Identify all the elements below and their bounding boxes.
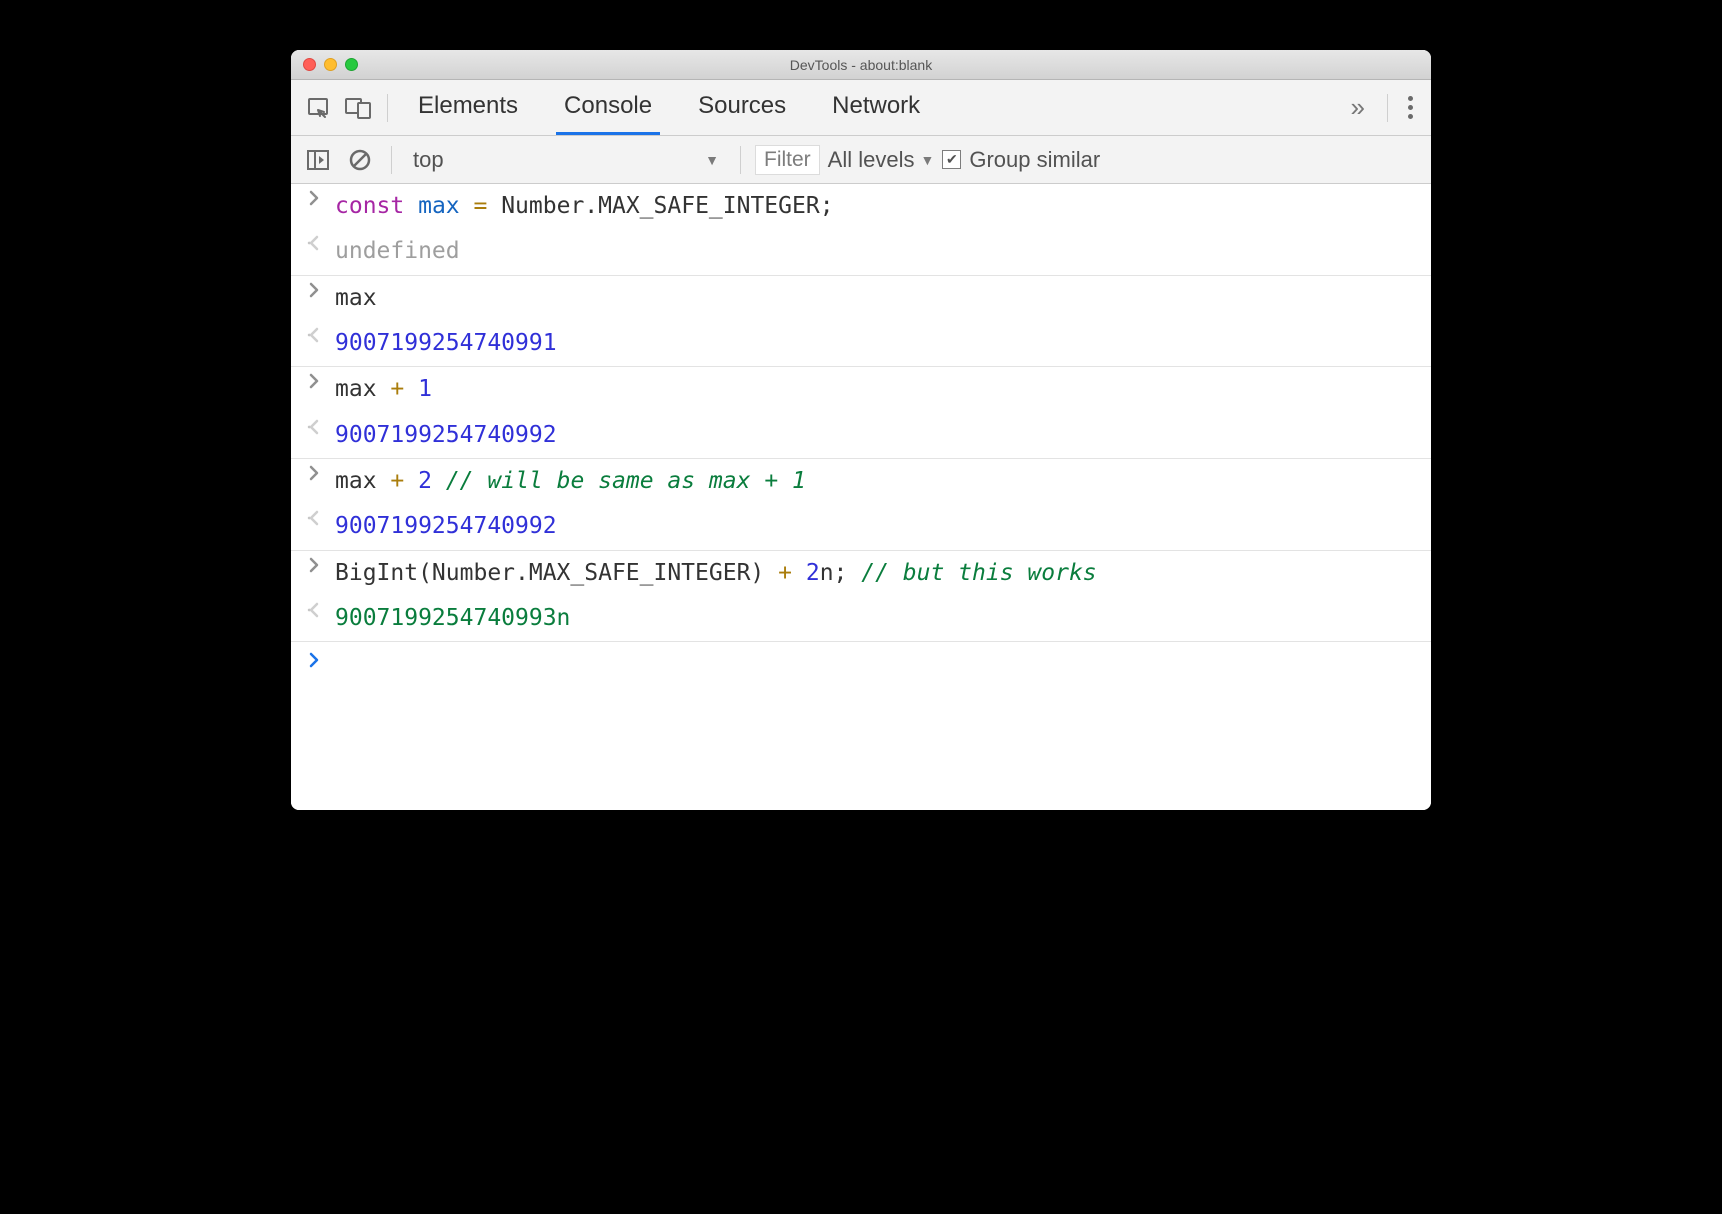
- console-entry: max 9007199254740991: [291, 276, 1431, 368]
- console-output-value: 9007199254740992: [335, 419, 557, 452]
- separator: [1387, 94, 1388, 122]
- input-marker-icon: [305, 557, 323, 573]
- input-marker-icon: [305, 465, 323, 481]
- output-marker-icon: [305, 327, 323, 343]
- tab-network[interactable]: Network: [814, 82, 938, 134]
- levels-label: All levels: [828, 147, 915, 173]
- separator: [391, 146, 392, 174]
- console-output-row: 9007199254740992: [291, 413, 1431, 458]
- devtools-tabbar: Elements Console Sources Network »: [291, 80, 1431, 136]
- console-input-code: const max = Number.MAX_SAFE_INTEGER;: [335, 190, 834, 223]
- output-marker-icon: [305, 602, 323, 618]
- filter-input[interactable]: Filter: [755, 145, 820, 175]
- dropdown-icon: ▼: [705, 152, 719, 168]
- console-output-value: 9007199254740993n: [335, 602, 570, 635]
- console-input-row: max + 1: [291, 367, 1431, 412]
- group-similar-label: Group similar: [969, 147, 1100, 173]
- console-output-value: 9007199254740992: [335, 510, 557, 543]
- group-similar-checkbox[interactable]: ✔: [942, 150, 961, 169]
- devtools-window: DevTools - about:blank Elements Console …: [291, 50, 1431, 810]
- separator: [387, 94, 388, 122]
- input-marker-icon: [305, 373, 323, 389]
- console-input-code: max + 1: [335, 373, 432, 406]
- console-toolbar: top ▼ Filter All levels ▼ ✔ Group simila…: [291, 136, 1431, 184]
- tab-elements[interactable]: Elements: [400, 82, 536, 134]
- toggle-sidebar-icon[interactable]: [301, 143, 335, 177]
- dropdown-icon: ▼: [920, 152, 934, 168]
- execution-context-selector[interactable]: top ▼: [406, 144, 726, 176]
- titlebar: DevTools - about:blank: [291, 50, 1431, 80]
- console-entry: max + 2 // will be same as max + 1 900719…: [291, 459, 1431, 551]
- context-label: top: [413, 147, 444, 173]
- device-toolbar-icon[interactable]: [341, 91, 375, 125]
- more-tabs-icon[interactable]: »: [1335, 92, 1375, 123]
- output-marker-icon: [305, 235, 323, 251]
- console-input-code: BigInt(Number.MAX_SAFE_INTEGER) + 2n; //…: [335, 557, 1097, 590]
- console-output[interactable]: const max = Number.MAX_SAFE_INTEGER;unde…: [291, 184, 1431, 810]
- console-input-code: max + 2 // will be same as max + 1: [335, 465, 806, 498]
- console-input-row: max: [291, 276, 1431, 321]
- console-output-row: 9007199254740991: [291, 321, 1431, 366]
- console-input-code: max: [335, 282, 377, 315]
- console-output-value: 9007199254740991: [335, 327, 557, 360]
- console-entry: BigInt(Number.MAX_SAFE_INTEGER) + 2n; //…: [291, 551, 1431, 643]
- console-output-value: undefined: [335, 235, 460, 268]
- output-marker-icon: [305, 510, 323, 526]
- tab-console[interactable]: Console: [546, 82, 670, 134]
- prompt-marker-icon: [305, 652, 323, 668]
- tab-sources[interactable]: Sources: [680, 82, 804, 134]
- inspect-element-icon[interactable]: [301, 91, 335, 125]
- console-input-row: const max = Number.MAX_SAFE_INTEGER;: [291, 184, 1431, 229]
- output-marker-icon: [305, 419, 323, 435]
- window-title: DevTools - about:blank: [291, 57, 1431, 73]
- console-input-row: max + 2 // will be same as max + 1: [291, 459, 1431, 504]
- log-level-selector[interactable]: All levels ▼: [828, 147, 935, 173]
- console-prompt[interactable]: [291, 642, 1431, 678]
- separator: [740, 146, 741, 174]
- clear-console-icon[interactable]: [343, 143, 377, 177]
- console-output-row: 9007199254740993n: [291, 596, 1431, 641]
- console-entry: max + 1 9007199254740992: [291, 367, 1431, 459]
- console-output-row: 9007199254740992: [291, 504, 1431, 549]
- input-marker-icon: [305, 190, 323, 206]
- input-marker-icon: [305, 282, 323, 298]
- console-input-row: BigInt(Number.MAX_SAFE_INTEGER) + 2n; //…: [291, 551, 1431, 596]
- console-entry: const max = Number.MAX_SAFE_INTEGER;unde…: [291, 184, 1431, 276]
- console-output-row: undefined: [291, 229, 1431, 274]
- settings-menu-icon[interactable]: [1400, 96, 1421, 119]
